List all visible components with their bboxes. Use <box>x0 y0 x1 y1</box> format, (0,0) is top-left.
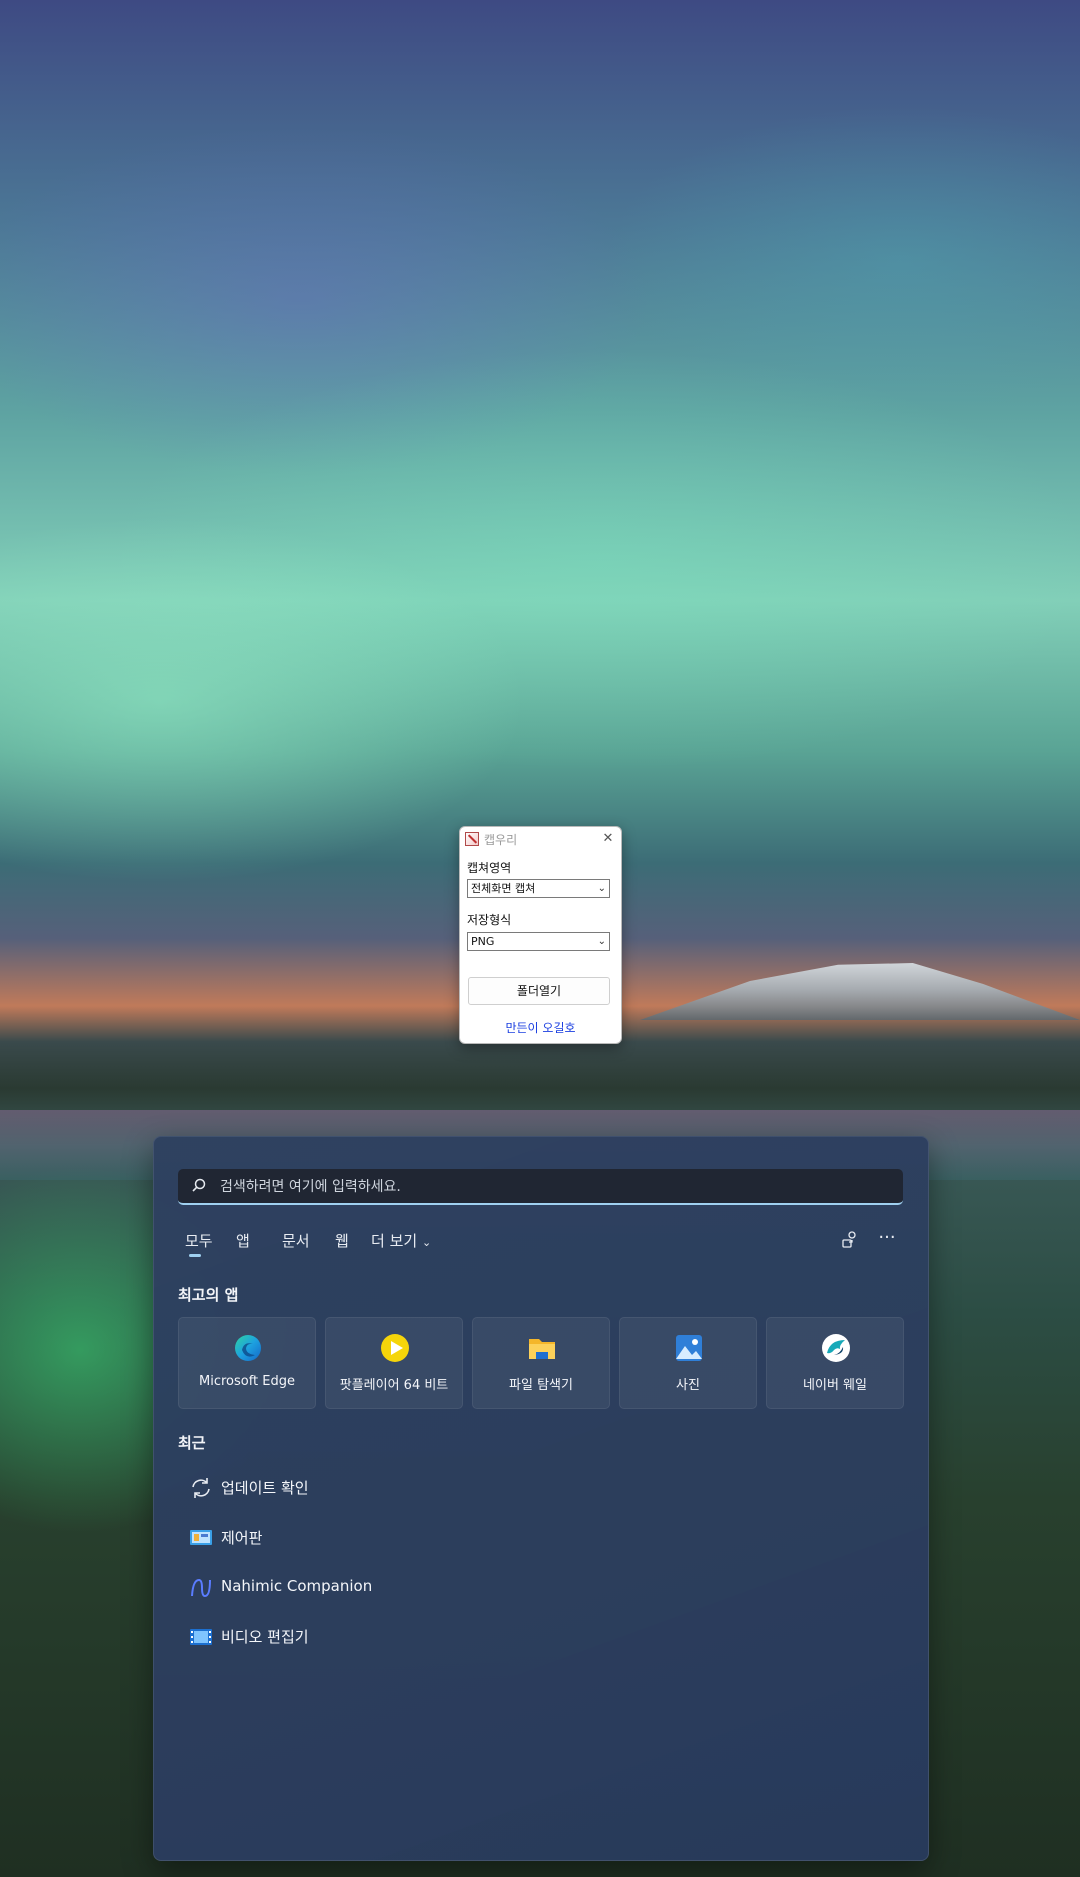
active-tab-indicator <box>189 1254 201 1257</box>
chevron-down-icon: ⌄ <box>421 1236 432 1249</box>
app-tile-potplayer[interactable]: 팟플레이어 64 비트 <box>325 1317 463 1409</box>
recent-item-label: 업데이트 확인 <box>221 1479 309 1497</box>
app-tile-photos[interactable]: 사진 <box>619 1317 757 1409</box>
app-tile-label: 팟플레이어 64 비트 <box>339 1378 449 1393</box>
open-folder-button[interactable]: 폴더열기 <box>468 977 610 1005</box>
capture-area-select[interactable]: 전체화면 캡쳐 ⌄ <box>467 879 610 898</box>
refresh-icon <box>192 1478 210 1498</box>
tab-apps[interactable]: 앱 <box>236 1230 250 1251</box>
chevron-down-icon: ⌄ <box>597 936 606 947</box>
capture-dialog: 캡우리 ✕ 캡쳐영역 전체화면 캡쳐 ⌄ 저장형식 PNG ⌄ 폴더열기 만든이… <box>459 826 622 1044</box>
app-tile-edge[interactable]: Microsoft Edge <box>178 1317 316 1409</box>
search-box[interactable] <box>178 1169 903 1205</box>
recent-title: 최근 <box>178 1434 206 1452</box>
recent-item-control-panel[interactable]: 제어판 <box>178 1517 878 1557</box>
close-icon[interactable]: ✕ <box>599 829 617 849</box>
folder-icon <box>529 1339 555 1359</box>
dialog-title: 캡우리 <box>484 833 518 847</box>
search-input[interactable] <box>218 1169 892 1205</box>
nahimic-icon <box>191 1578 211 1598</box>
save-format-select[interactable]: PNG ⌄ <box>467 932 610 951</box>
save-format-label: 저장형식 <box>467 913 512 927</box>
recent-item-video-editor[interactable]: 비디오 편집기 <box>178 1616 878 1656</box>
app-tile-label: 네이버 웨일 <box>803 1378 867 1393</box>
more-options-icon[interactable]: ··· <box>875 1229 899 1254</box>
capture-area-label: 캡쳐영역 <box>467 861 512 875</box>
chevron-down-icon: ⌄ <box>597 883 606 894</box>
tab-more[interactable]: 더 보기 ⌄ <box>371 1230 431 1251</box>
wallpaper-mountain <box>640 963 1080 1020</box>
potplayer-icon <box>381 1334 409 1362</box>
recent-item-label: 비디오 편집기 <box>221 1628 309 1646</box>
app-tile-label: 파일 탐색기 <box>509 1378 573 1393</box>
app-tile-label: Microsoft Edge <box>198 1374 295 1389</box>
app-tile-file-explorer[interactable]: 파일 탐색기 <box>472 1317 610 1409</box>
author-link[interactable]: 만든이 오길호 <box>460 1019 621 1036</box>
save-format-value: PNG <box>471 935 495 948</box>
tab-all[interactable]: 모두 <box>185 1230 213 1251</box>
dialog-titlebar[interactable]: 캡우리 ✕ <box>460 827 621 853</box>
recent-item-update[interactable]: 업데이트 확인 <box>178 1467 878 1507</box>
tab-more-label: 더 보기 <box>371 1232 418 1250</box>
app-tile-label: 사진 <box>676 1378 700 1393</box>
start-search-panel: 모두 앱 문서 웹 더 보기 ⌄ ··· 최고의 앱 Microsoft Edg <box>153 1136 929 1861</box>
video-editor-icon <box>190 1629 212 1645</box>
app-tile-naver-whale[interactable]: 네이버 웨일 <box>766 1317 904 1409</box>
tab-web[interactable]: 웹 <box>335 1230 349 1251</box>
recent-item-label: Nahimic Companion <box>221 1577 373 1595</box>
app-icon <box>465 832 479 846</box>
recent-item-label: 제어판 <box>221 1529 263 1547</box>
people-icon <box>842 1231 856 1248</box>
capture-area-value: 전체화면 캡쳐 <box>471 882 536 895</box>
top-apps-title: 최고의 앱 <box>178 1286 239 1304</box>
photos-icon <box>676 1335 702 1361</box>
tab-documents[interactable]: 문서 <box>282 1230 310 1251</box>
account-switch-icon[interactable] <box>838 1230 862 1254</box>
search-icon <box>192 1178 206 1192</box>
recent-item-nahimic[interactable]: Nahimic Companion <box>178 1567 878 1607</box>
control-panel-icon <box>190 1530 212 1545</box>
edge-icon <box>235 1335 261 1361</box>
whale-icon <box>822 1334 850 1362</box>
